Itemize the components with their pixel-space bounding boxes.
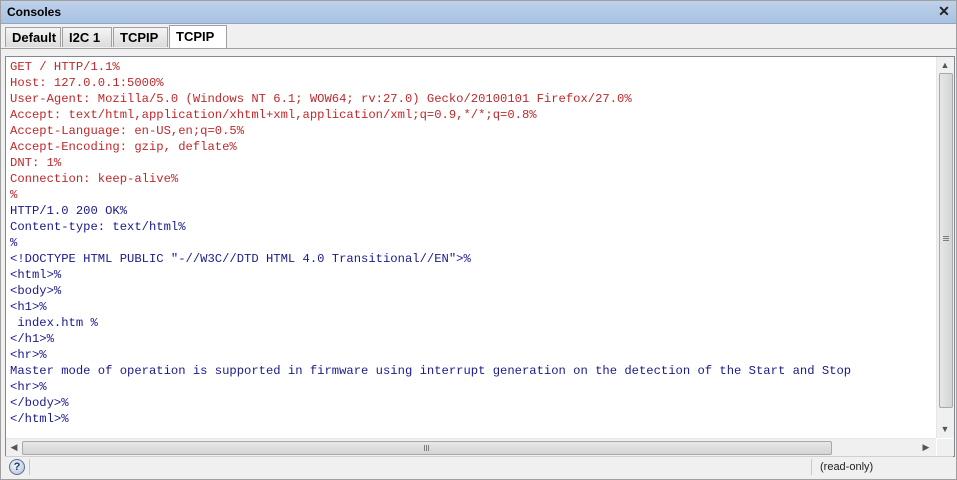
grip-line [943, 238, 949, 239]
status-bar: ? (read-only) [5, 456, 953, 477]
read-only-status: (read-only) [820, 461, 874, 473]
window-title: Consoles [7, 5, 62, 19]
grip-line [424, 445, 425, 451]
console-line: <body>% [10, 284, 62, 298]
console-line: Connection: keep-alive% [10, 172, 179, 186]
console-line: <html>% [10, 268, 62, 282]
console-line: <hr>% [10, 348, 47, 362]
help-icon[interactable]: ? [9, 459, 25, 475]
grip-line [426, 445, 427, 451]
scrollbar-corner [937, 439, 954, 456]
scroll-left-icon[interactable]: ◀ [6, 439, 22, 455]
console-line: Accept-Encoding: gzip, deflate% [10, 140, 237, 154]
console-line: index.htm % [10, 316, 98, 330]
status-separator [811, 459, 812, 475]
grip-line [943, 240, 949, 241]
console-output[interactable]: GET / HTTP/1.1% Host: 127.0.0.1:5000% User… [5, 56, 955, 457]
scroll-down-icon[interactable]: ▼ [937, 421, 953, 437]
horizontal-scrollbar[interactable]: ◀ ▶ [6, 438, 936, 456]
tab-default[interactable]: Default [5, 27, 61, 47]
vertical-scroll-thumb[interactable] [939, 73, 953, 408]
tab-divider [1, 48, 956, 49]
console-line: Master mode of operation is supported in… [10, 364, 852, 378]
tab-tcpip-1[interactable]: TCPIP [113, 27, 168, 47]
console-line: <!DOCTYPE HTML PUBLIC "-//W3C//DTD HTML … [10, 252, 471, 266]
scroll-up-icon[interactable]: ▲ [937, 57, 953, 73]
console-line: </body>% [10, 396, 69, 410]
console-line: Host: 127.0.0.1:5000% [10, 76, 164, 90]
scroll-right-icon[interactable]: ▶ [918, 439, 934, 455]
console-line: Accept-Language: en-US,en;q=0.5% [10, 124, 245, 138]
close-icon[interactable]: ✕ [936, 3, 952, 19]
status-separator [29, 459, 30, 475]
tab-tcpip-2[interactable]: TCPIP [169, 25, 227, 49]
consoles-window: Consoles ✕ Default I2C 1 TCPIP TCPIP GET… [0, 0, 957, 480]
console-line: Accept: text/html,application/xhtml+xml,… [10, 108, 537, 122]
console-line: HTTP/1.0 200 OK% [10, 204, 128, 218]
grip-line [428, 445, 429, 451]
console-line: </html>% [10, 412, 69, 426]
console-line: </h1>% [10, 332, 54, 346]
vertical-scrollbar[interactable]: ▲ ▼ [936, 57, 954, 438]
console-line: <hr>% [10, 380, 47, 394]
console-line: DNT: 1% [10, 156, 62, 170]
console-text: GET / HTTP/1.1% Host: 127.0.0.1:5000% User… [10, 59, 936, 437]
title-bar: Consoles ✕ [1, 1, 956, 24]
tab-i2c-1[interactable]: I2C 1 [62, 27, 112, 47]
grip-line [943, 236, 949, 237]
console-line: % [10, 188, 18, 202]
console-line: GET / HTTP/1.1% [10, 60, 120, 74]
horizontal-scroll-thumb[interactable] [22, 441, 832, 455]
console-line: % [10, 236, 18, 250]
console-line: <h1>% [10, 300, 47, 314]
console-line: User-Agent: Mozilla/5.0 (Windows NT 6.1;… [10, 92, 632, 106]
console-line: Content-type: text/html% [10, 220, 186, 234]
